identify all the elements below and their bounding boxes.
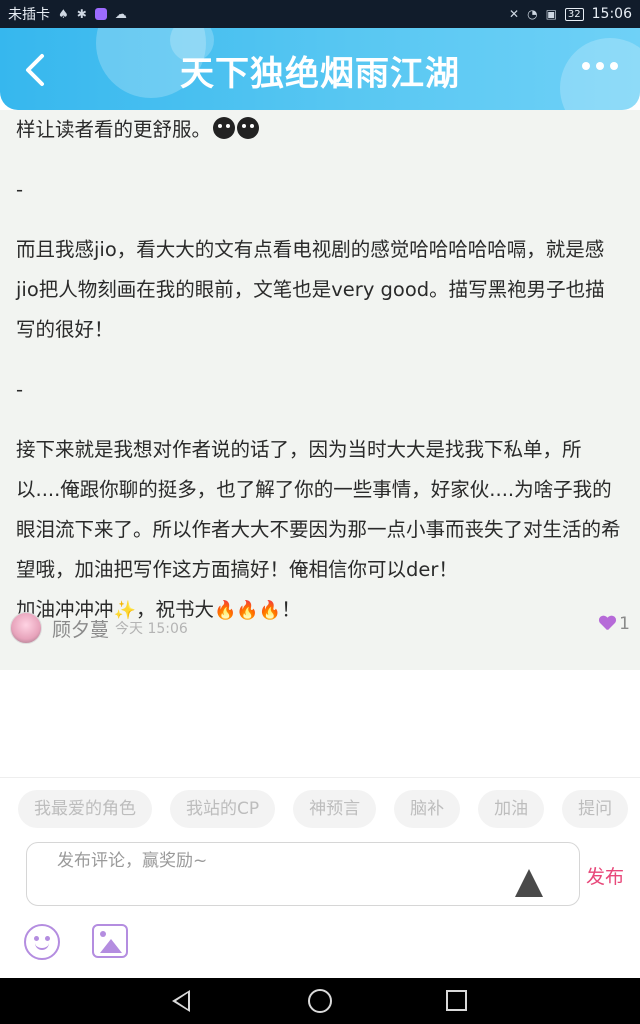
android-icon: ♠ [58, 7, 69, 21]
publish-button[interactable]: 发布 [586, 862, 624, 889]
status-bar: 未插卡 ♠ ✱ ☁ ✕ ◔ ▣ 32 15:06 [0, 0, 640, 28]
battery-icon: 32 [564, 7, 584, 21]
avatar[interactable] [10, 612, 42, 644]
sim-icon: ▣ [545, 7, 557, 21]
comment-separator: - [16, 178, 24, 201]
face-emoji-icon [237, 117, 260, 139]
like-button[interactable]: 1 [599, 614, 630, 634]
tag-cheer[interactable]: 加油 [478, 790, 545, 828]
notification-icon: ✱ [76, 7, 87, 21]
face-emoji-icon [213, 117, 236, 139]
comment-input-box[interactable] [26, 842, 580, 906]
like-count: 1 [619, 614, 630, 634]
navigation-bar [0, 978, 640, 1024]
comment-separator: - [16, 378, 24, 401]
comment-input[interactable] [57, 851, 517, 871]
header-bar: 天下独绝烟雨江湖 [0, 28, 640, 110]
cloud-icon: ☁ [114, 7, 127, 21]
mute-icon: ✕ [509, 7, 520, 21]
heart-icon [599, 616, 615, 632]
send-arrow-icon[interactable] [515, 869, 543, 897]
wifi-icon: ◔ [527, 7, 538, 21]
tag-prediction[interactable]: 神预言 [293, 790, 377, 828]
more-dots-icon [582, 62, 590, 70]
clock: 15:06 [591, 6, 632, 22]
image-icon[interactable] [92, 924, 128, 958]
carrier-label: 未插卡 [8, 7, 50, 23]
tag-headcanon[interactable]: 脑补 [394, 790, 461, 828]
author-name[interactable]: 顾夕蔓 [52, 615, 109, 642]
nav-recents-icon[interactable] [446, 990, 467, 1011]
comment-composer: 我最爱的角色 我站的CP 神预言 脑补 加油 提问 发布 [0, 777, 640, 977]
comment-body: 样让读者看的更舒服。 - 而且我感jio，看大大的文有点看电视剧的感觉哈哈哈哈哈… [0, 110, 640, 631]
nav-home-icon[interactable] [308, 989, 332, 1013]
more-button[interactable] [582, 62, 618, 70]
tag-question[interactable]: 提问 [562, 790, 629, 828]
tag-favorite-character[interactable]: 我最爱的角色 [18, 790, 152, 828]
comment-author-row: 顾夕蔓 今天 15:06 1 [10, 610, 630, 646]
page-title: 天下独绝烟雨江湖 [180, 54, 460, 94]
quick-tags: 我最爱的角色 我站的CP 神预言 脑补 加油 提问 [18, 790, 629, 828]
comment-line: 样让读者看的更舒服。 [16, 118, 212, 141]
comment-time: 今天 15:06 [115, 621, 188, 637]
emoji-icon[interactable] [24, 924, 60, 960]
app-notification-icon [94, 8, 107, 20]
comment-paragraph: 接下来就是我想对作者说的话了，因为当时大大是找我下私单，所以....俺跟你聊的挺… [16, 438, 621, 581]
comment-paragraph: 而且我感jio，看大大的文有点看电视剧的感觉哈哈哈哈哈嗝，就是感jio把人物刻画… [16, 238, 605, 341]
tag-my-cp[interactable]: 我站的CP [170, 790, 276, 828]
nav-back-icon[interactable] [172, 990, 190, 1012]
comment-card: 样让读者看的更舒服。 - 而且我感jio，看大大的文有点看电视剧的感觉哈哈哈哈哈… [0, 110, 640, 670]
